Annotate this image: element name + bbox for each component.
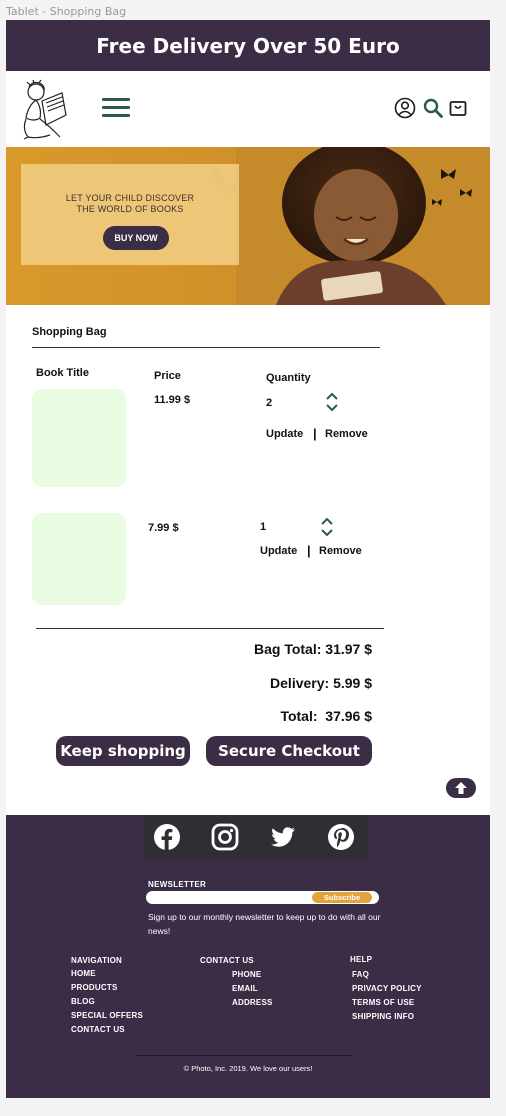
help-links: FAQ PRIVACY POLICY TERMS OF USE SHIPPING…: [352, 968, 422, 1024]
secure-checkout-button[interactable]: Secure Checkout: [206, 736, 372, 766]
frame-label: Tablet - Shopping Bag: [6, 5, 127, 18]
user-icon[interactable]: [394, 97, 416, 119]
book-thumbnail[interactable]: [32, 389, 126, 487]
bag-total: Bag Total: 31.97 $: [253, 641, 372, 657]
hero-callout: LET YOUR CHILD DISCOVER THE WORLD OF BOO…: [21, 164, 239, 265]
hero-banner: LET YOUR CHILD DISCOVER THE WORLD OF BOO…: [6, 147, 490, 305]
footer-link-address[interactable]: ADDRESS: [232, 996, 273, 1010]
menu-icon[interactable]: [102, 98, 130, 118]
footer-link-products[interactable]: PRODUCTS: [71, 981, 143, 995]
update-link[interactable]: Update: [260, 545, 297, 557]
newsletter-description: Sign up to our monthly newsletter to kee…: [148, 912, 381, 936]
divider: [32, 347, 380, 348]
column-header-price: Price: [154, 370, 181, 382]
item-price: 11.99 $: [154, 394, 191, 406]
contact-links: PHONE EMAIL ADDRESS: [232, 968, 273, 1010]
item-quantity[interactable]: 1: [260, 521, 266, 533]
hero-child-reading-image: [236, 147, 490, 305]
page-title: Shopping Bag: [32, 326, 107, 338]
action-separator: |: [313, 426, 317, 441]
keep-shopping-button[interactable]: Keep shopping: [56, 736, 190, 766]
copyright-text: © Photo, Inc. 2019. We love our users!: [183, 1064, 313, 1073]
update-link[interactable]: Update: [266, 428, 303, 440]
quantity-stepper-icon[interactable]: [320, 517, 334, 537]
page-canvas: Free Delivery Over 50 Euro LET YOUR CHIL…: [6, 20, 490, 1098]
footer-link-special-offers[interactable]: SPECIAL OFFERS: [71, 1009, 143, 1023]
instagram-icon[interactable]: [210, 822, 240, 852]
help-heading: HELP: [350, 955, 373, 964]
navigation-heading: NAVIGATION: [71, 956, 123, 965]
order-total: Total: 37.96 $: [280, 708, 372, 724]
remove-link[interactable]: Remove: [325, 428, 368, 440]
back-to-top-button[interactable]: [446, 778, 476, 798]
footer-link-terms-of-use[interactable]: TERMS OF USE: [352, 996, 422, 1010]
item-price: 7.99 $: [148, 522, 179, 534]
subscribe-button[interactable]: Subscribe: [312, 892, 372, 903]
hero-text: LET YOUR CHILD DISCOVER THE WORLD OF BOO…: [65, 193, 195, 214]
footer-link-faq[interactable]: FAQ: [352, 968, 422, 982]
footer-link-email[interactable]: EMAIL: [232, 982, 273, 996]
footer-link-contact-us[interactable]: CONTACT US: [71, 1023, 143, 1037]
delivery-cost: Delivery: 5.99 $: [270, 675, 372, 691]
promo-text: Free Delivery Over 50 Euro: [96, 33, 400, 58]
column-header-quantity: Quantity: [266, 372, 311, 384]
action-separator: |: [307, 543, 311, 558]
remove-link[interactable]: Remove: [319, 545, 362, 557]
twitter-icon[interactable]: [268, 822, 298, 852]
footer-link-privacy-policy[interactable]: PRIVACY POLICY: [352, 982, 422, 996]
footer-link-shipping-info[interactable]: SHIPPING INFO: [352, 1010, 422, 1024]
logo-reading-child-icon[interactable]: [16, 79, 70, 141]
newsletter-title: NEWSLETTER: [148, 880, 207, 889]
divider: [36, 628, 384, 629]
facebook-icon[interactable]: [152, 822, 182, 852]
item-quantity[interactable]: 2: [266, 397, 272, 409]
social-links: [144, 815, 368, 859]
contact-heading: CONTACT US: [200, 956, 254, 965]
column-header-book-title: Book Title: [36, 367, 89, 379]
footer-link-blog[interactable]: BLOG: [71, 995, 143, 1009]
search-icon[interactable]: [422, 97, 444, 119]
site-footer: NEWSLETTER Subscribe Sign up to our mont…: [6, 815, 490, 1098]
footer-divider: [136, 1055, 352, 1056]
site-header: [6, 71, 490, 147]
arrow-up-icon: [455, 782, 467, 794]
footer-link-phone[interactable]: PHONE: [232, 968, 273, 982]
shopping-bag-icon[interactable]: [447, 97, 469, 119]
book-thumbnail[interactable]: [32, 513, 126, 605]
buy-now-button[interactable]: BUY NOW: [103, 226, 169, 250]
navigation-links: HOME PRODUCTS BLOG SPECIAL OFFERS CONTAC…: [71, 967, 143, 1037]
quantity-stepper-icon[interactable]: [325, 392, 339, 412]
promo-banner: Free Delivery Over 50 Euro: [6, 20, 490, 71]
pinterest-icon[interactable]: [326, 822, 356, 852]
footer-link-home[interactable]: HOME: [71, 967, 143, 981]
